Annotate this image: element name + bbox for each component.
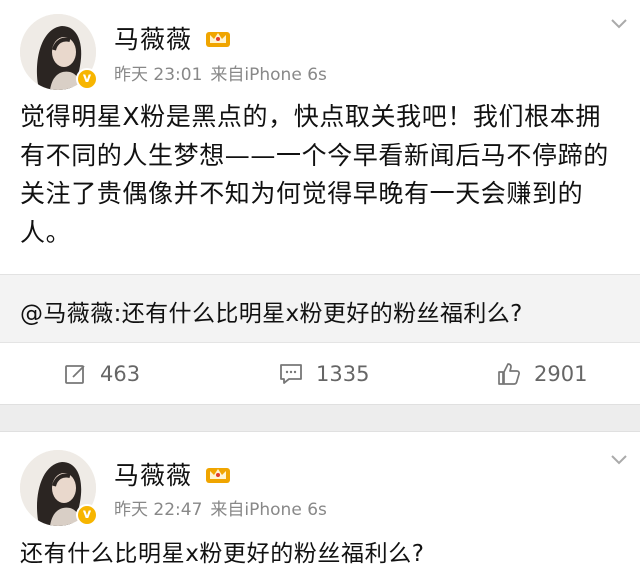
thumbs-up-icon [498, 363, 520, 385]
post-meta: 昨天 23:01 来自iPhone 6s [114, 60, 335, 85]
post-body: 觉得明星X粉是黑点的，快点取关我吧！我们根本拥有不同的人生梦想——一个今早看新闻… [20, 102, 609, 247]
weibo-post-2: v 马薇薇 昨天 22:47 来自iPhone 6s 还有什么比明星x粉更好的粉丝… [0, 432, 640, 587]
reposted-content[interactable]: @马薇薇:还有什么比明星x粉更好的粉丝福利么? [0, 274, 640, 342]
comment-count: 1335 [316, 362, 370, 386]
post-source[interactable]: 来自iPhone 6s [210, 65, 326, 85]
author-name[interactable]: 马薇薇 [114, 456, 192, 492]
author-name[interactable]: 马薇薇 [114, 20, 192, 56]
action-bar: 463 1335 2901 [0, 342, 640, 404]
post-body: 还有什么比明星x粉更好的粉丝福利么? [20, 541, 425, 567]
post-time: 昨天 23:01 [114, 65, 203, 85]
crown-member-icon [206, 32, 230, 47]
post-time: 昨天 22:47 [114, 500, 203, 520]
like-button[interactable]: 2901 [496, 360, 587, 388]
repost-count: 463 [100, 362, 141, 386]
verified-badge-icon: v [76, 504, 98, 526]
repost-text: @马薇薇:还有什么比明星x粉更好的粉丝福利么? [20, 301, 523, 327]
comment-button[interactable]: 1335 [278, 360, 369, 388]
like-count: 2901 [534, 362, 588, 386]
chevron-down-icon[interactable] [610, 454, 628, 466]
verified-badge-icon: v [76, 68, 98, 90]
edit-repost-icon [65, 365, 85, 384]
post-meta: 昨天 22:47 来自iPhone 6s [114, 495, 335, 520]
chevron-down-icon[interactable] [610, 18, 628, 30]
post-source[interactable]: 来自iPhone 6s [210, 500, 326, 520]
weibo-post-1: v 马薇薇 昨天 23:01 来自iPhone 6s 觉得明星X粉是黑点的，快点取… [0, 0, 640, 290]
crown-member-icon [206, 468, 230, 483]
comment-icon [280, 364, 302, 384]
repost-button[interactable]: 463 [64, 360, 140, 388]
post-divider [0, 404, 640, 432]
